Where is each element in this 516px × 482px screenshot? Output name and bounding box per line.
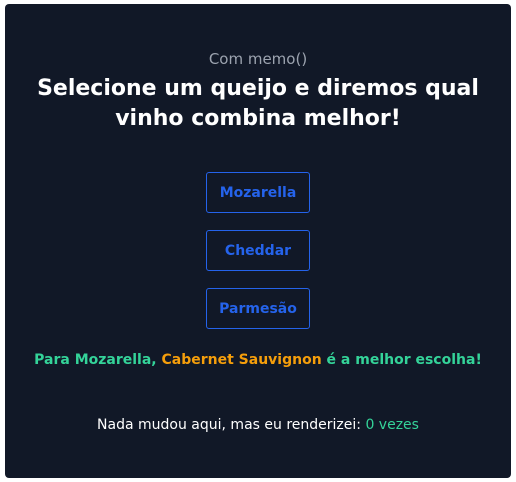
- result-wine: Cabernet Sauvignon: [161, 352, 322, 368]
- render-counter-text: Nada mudou aqui, mas eu renderizei:: [97, 417, 366, 433]
- pairing-result: Para Mozarella, Cabernet Sauvignon é a m…: [5, 352, 511, 368]
- cheese-button-cheddar[interactable]: Cheddar: [206, 230, 310, 271]
- result-prefix: Para Mozarella,: [34, 352, 162, 368]
- render-counter-value: 0 vezes: [365, 417, 419, 433]
- page-title: Selecione um queijo e diremos qual vinho…: [5, 74, 511, 134]
- cheese-button-parmesao[interactable]: Parmesão: [206, 288, 310, 329]
- title-line-2: vinho combina melhor!: [115, 106, 401, 131]
- title-line-1: Selecione um queijo e diremos qual: [37, 76, 479, 101]
- result-suffix: é a melhor escolha!: [321, 352, 482, 368]
- cheese-button-mozarella[interactable]: Mozarella: [206, 172, 310, 213]
- memo-subtitle: Com memo(): [208, 50, 308, 68]
- main-card: Com memo() Selecione um queijo e diremos…: [5, 4, 511, 478]
- render-counter: Nada mudou aqui, mas eu renderizei: 0 ve…: [5, 417, 511, 433]
